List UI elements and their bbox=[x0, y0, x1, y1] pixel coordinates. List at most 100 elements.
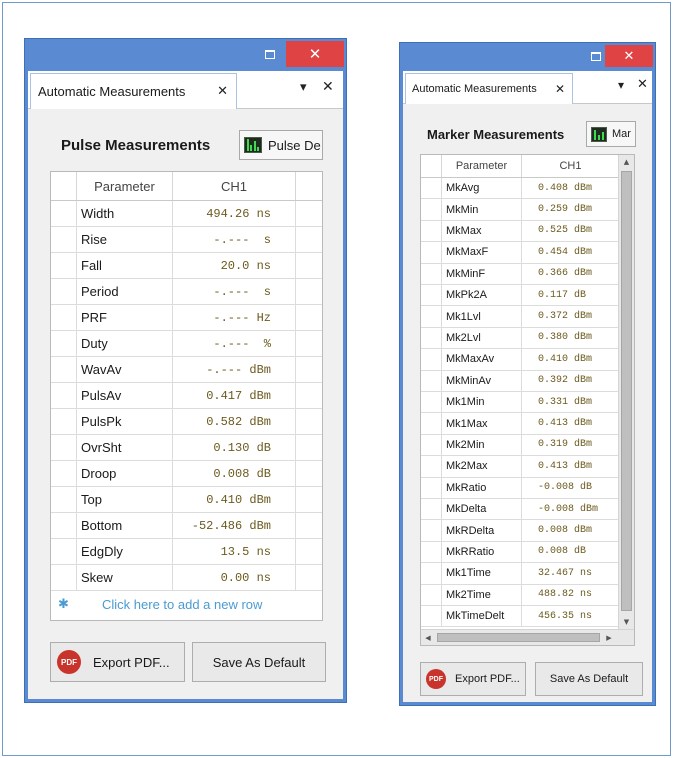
table-row[interactable]: EdgDly 13.5 ns bbox=[51, 539, 322, 565]
row-selector-cell[interactable] bbox=[421, 178, 442, 199]
value-cell[interactable]: 0.413 dBm bbox=[522, 413, 620, 434]
row-selector-cell[interactable] bbox=[421, 563, 442, 584]
parameter-cell[interactable]: Mk1Min bbox=[442, 392, 522, 413]
table-row[interactable]: Mk2Time 488.82 ns bbox=[421, 584, 620, 606]
table-row[interactable]: MkRRatio 0.008 dB bbox=[421, 541, 620, 564]
value-cell[interactable]: 0.413 dBm bbox=[522, 456, 620, 477]
value-cell[interactable]: 0.380 dBm bbox=[522, 327, 620, 349]
value-cell[interactable]: 0.366 dBm bbox=[522, 263, 620, 284]
value-cell[interactable]: 456.35 ns bbox=[522, 606, 620, 627]
vertical-scroll-thumb[interactable] bbox=[621, 171, 632, 611]
row-selector-cell[interactable] bbox=[51, 357, 77, 382]
table-row[interactable]: MkRDelta 0.008 dBm bbox=[421, 520, 620, 542]
export-pdf-button[interactable]: PDF Export PDF... bbox=[420, 662, 526, 696]
table-row[interactable]: Mk1Max 0.413 dBm bbox=[421, 413, 620, 435]
table-row[interactable]: Width 494.26 ns bbox=[51, 201, 322, 227]
row-selector-cell[interactable] bbox=[421, 434, 442, 456]
column-header-parameter[interactable]: Parameter bbox=[442, 155, 522, 177]
table-row[interactable]: MkRatio -0.008 dB bbox=[421, 477, 620, 499]
value-cell[interactable]: 0.00 ns bbox=[173, 565, 296, 590]
table-row[interactable]: Duty -.--- % bbox=[51, 331, 322, 357]
scroll-left-icon[interactable]: ◀ bbox=[421, 630, 435, 645]
horizontal-scrollbar[interactable]: ◀ ▶ bbox=[421, 629, 634, 645]
scroll-right-icon[interactable]: ▶ bbox=[602, 630, 616, 645]
value-cell[interactable]: -.--- s bbox=[173, 227, 296, 252]
value-cell[interactable]: -0.008 dBm bbox=[522, 499, 620, 520]
parameter-cell[interactable]: MkMaxF bbox=[442, 242, 522, 263]
parameter-cell[interactable]: Width bbox=[77, 201, 173, 226]
value-cell[interactable]: -.--- Hz bbox=[173, 305, 296, 330]
parameter-cell[interactable]: Mk2Lvl bbox=[442, 327, 522, 349]
value-cell[interactable]: 0.008 dB bbox=[522, 541, 620, 563]
row-selector-cell[interactable] bbox=[51, 487, 77, 512]
column-header-ch1[interactable]: CH1 bbox=[522, 155, 620, 177]
value-cell[interactable]: 0.410 dBm bbox=[173, 487, 296, 512]
table-row[interactable]: MkMaxAv 0.410 dBm bbox=[421, 349, 620, 371]
table-row[interactable]: Mk2Max 0.413 dBm bbox=[421, 456, 620, 478]
row-selector-cell[interactable] bbox=[421, 349, 442, 370]
panel-close-icon[interactable]: ✕ bbox=[637, 77, 648, 92]
row-selector-cell[interactable] bbox=[51, 201, 77, 226]
parameter-cell[interactable]: MkMax bbox=[442, 220, 522, 242]
parameter-cell[interactable]: Duty bbox=[77, 331, 173, 356]
window-close-button[interactable]: ✕ bbox=[605, 45, 653, 67]
table-row[interactable]: PRF -.--- Hz bbox=[51, 305, 322, 331]
table-row[interactable]: Mk1Lvl 0.372 dBm bbox=[421, 306, 620, 328]
table-row[interactable]: Skew 0.00 ns bbox=[51, 565, 322, 591]
row-selector-cell[interactable] bbox=[421, 220, 442, 242]
tab-close-icon[interactable]: ✕ bbox=[555, 82, 565, 96]
value-cell[interactable]: 20.0 ns bbox=[173, 253, 296, 278]
table-row[interactable]: Mk1Min 0.331 dBm bbox=[421, 392, 620, 414]
row-selector-cell[interactable] bbox=[421, 199, 442, 220]
value-cell[interactable]: -0.008 dB bbox=[522, 477, 620, 498]
row-selector-cell[interactable] bbox=[421, 456, 442, 477]
value-cell[interactable]: 0.008 dB bbox=[173, 461, 296, 486]
value-cell[interactable]: 0.582 dBm bbox=[173, 409, 296, 434]
title-bar[interactable]: ✕ bbox=[400, 43, 655, 71]
measurement-grid[interactable]: Parameter CH1 MkAvg 0.408 dBm MkMin 0.259 d… bbox=[420, 154, 635, 646]
row-selector-cell[interactable] bbox=[421, 242, 442, 263]
row-selector-cell[interactable] bbox=[51, 565, 77, 590]
parameter-cell[interactable]: Top bbox=[77, 487, 173, 512]
value-cell[interactable]: 0.410 dBm bbox=[522, 349, 620, 370]
parameter-cell[interactable]: MkMaxAv bbox=[442, 349, 522, 370]
horizontal-scroll-thumb[interactable] bbox=[437, 633, 600, 642]
table-row[interactable]: MkMinF 0.366 dBm bbox=[421, 263, 620, 285]
row-selector-cell[interactable] bbox=[421, 413, 442, 434]
column-header-parameter[interactable]: Parameter bbox=[77, 172, 173, 200]
value-cell[interactable]: 0.008 dBm bbox=[522, 520, 620, 541]
parameter-cell[interactable]: EdgDly bbox=[77, 539, 173, 564]
value-cell[interactable]: 32.467 ns bbox=[522, 563, 620, 584]
tab-automatic-measurements[interactable]: Automatic Measurements ✕ bbox=[405, 73, 573, 104]
tab-automatic-measurements[interactable]: Automatic Measurements ✕ bbox=[30, 73, 237, 109]
row-selector-cell[interactable] bbox=[421, 285, 442, 306]
value-cell[interactable]: 0.319 dBm bbox=[522, 434, 620, 456]
parameter-cell[interactable]: MkRRatio bbox=[442, 541, 522, 563]
value-cell[interactable]: -.--- dBm bbox=[173, 357, 296, 382]
maximize-button[interactable] bbox=[250, 41, 290, 67]
value-cell[interactable]: -.--- % bbox=[173, 331, 296, 356]
table-row[interactable]: MkDelta -0.008 dBm bbox=[421, 499, 620, 521]
measurement-mode-combo[interactable]: Mar bbox=[586, 121, 636, 147]
value-cell[interactable]: 0.408 dBm bbox=[522, 178, 620, 199]
parameter-cell[interactable]: MkMinF bbox=[442, 263, 522, 284]
measurement-mode-combo[interactable]: Pulse De bbox=[239, 130, 323, 160]
table-row[interactable]: MkMax 0.525 dBm bbox=[421, 220, 620, 243]
value-cell[interactable]: 488.82 ns bbox=[522, 584, 620, 605]
measurement-grid[interactable]: Parameter CH1 Width 494.26 ns Rise -.--- sF… bbox=[50, 171, 323, 621]
value-cell[interactable]: -.--- s bbox=[173, 279, 296, 304]
parameter-cell[interactable]: MkTimeDelt bbox=[442, 606, 522, 627]
parameter-cell[interactable]: Mk1Max bbox=[442, 413, 522, 434]
row-selector-cell[interactable] bbox=[421, 520, 442, 541]
window-close-button[interactable]: ✕ bbox=[286, 41, 344, 67]
table-row[interactable]: Rise -.--- s bbox=[51, 227, 322, 253]
parameter-cell[interactable]: Period bbox=[77, 279, 173, 304]
table-row[interactable]: MkPk2A 0.117 dB bbox=[421, 285, 620, 307]
table-row[interactable]: MkTimeDelt 456.35 ns bbox=[421, 606, 620, 628]
parameter-cell[interactable]: Mk2Time bbox=[442, 584, 522, 605]
row-selector-cell[interactable] bbox=[421, 306, 442, 327]
row-selector-cell[interactable] bbox=[51, 279, 77, 304]
row-selector-cell[interactable] bbox=[51, 461, 77, 486]
row-selector-cell[interactable] bbox=[51, 513, 77, 538]
row-selector-cell[interactable] bbox=[51, 383, 77, 408]
